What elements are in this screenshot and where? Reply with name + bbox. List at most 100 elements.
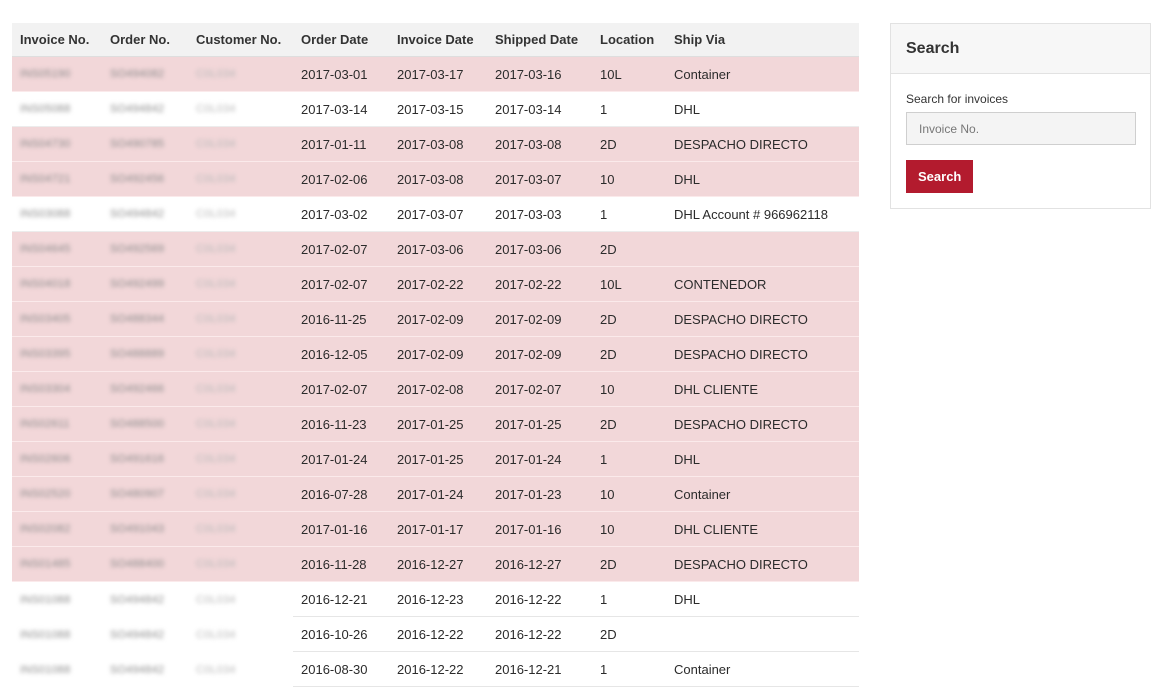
order-date-cell: 2017-03-14 — [301, 101, 368, 117]
table-row[interactable]: INS05190 SO494082 C0L034 2017-03-01 2017-03-… — [12, 57, 859, 92]
customer-no-cell: C0L034 — [196, 593, 236, 606]
header-invoice-no[interactable]: Invoice No. — [12, 32, 102, 47]
ship-via-cell: Container — [666, 652, 859, 687]
order-date-cell: 2017-01-16 — [301, 521, 368, 537]
invoice-search-input[interactable] — [906, 112, 1136, 145]
customer-no-cell: C0L034 — [196, 523, 236, 535]
location-cell: 10 — [600, 486, 615, 502]
header-shipped-date[interactable]: Shipped Date — [487, 32, 592, 47]
ship-via-cell: Container — [674, 66, 731, 82]
invoice-no-cell: INS03405 — [20, 313, 71, 325]
order-date-cell: 2016-11-25 — [301, 311, 367, 327]
invoice-no-cell: INS01088 — [20, 593, 71, 606]
invoice-date-cell: 2017-01-25 — [397, 416, 464, 432]
order-no-cell: SO491616 — [110, 453, 165, 465]
table-row[interactable]: INS03395 SO488889 C0L034 2016-12-05 2017-02-… — [12, 337, 859, 372]
table-row[interactable]: INS02082 SO491043 C0L034 2017-01-16 2017-01-… — [12, 512, 859, 547]
invoice-date-cell: 2017-03-15 — [397, 101, 464, 117]
customer-no-cell: C0L034 — [196, 383, 236, 395]
invoice-date-cell: 2017-02-09 — [397, 346, 464, 362]
invoice-no-cell: INS04721 — [20, 173, 71, 185]
ship-via-cell: DHL CLIENTE — [674, 521, 759, 537]
table-row[interactable]: INS02606 SO491616 C0L034 2017-01-24 2017-01-… — [12, 442, 859, 477]
shipped-date-cell: 2017-01-23 — [495, 486, 562, 502]
search-button[interactable]: Search — [906, 160, 974, 193]
table-row[interactable]: INS01088 SO494842 C0L034 2016-08-30 2016-12-… — [12, 652, 859, 687]
header-location[interactable]: Location — [592, 32, 666, 47]
ship-via-cell: DESPACHO DIRECTO — [674, 346, 808, 362]
location-cell: 1 — [592, 652, 666, 687]
location-cell: 10 — [600, 521, 615, 537]
shipped-date-cell: 2017-01-24 — [495, 451, 562, 467]
customer-no-cell: C0L034 — [196, 313, 236, 325]
shipped-date-cell: 2017-02-09 — [495, 346, 562, 362]
location-cell: 10L — [600, 276, 622, 292]
customer-no-cell: C0L034 — [196, 138, 236, 150]
ship-via-cell — [666, 617, 859, 652]
header-customer-no[interactable]: Customer No. — [188, 32, 293, 47]
shipped-date-cell: 2016-12-22 — [487, 582, 592, 617]
location-cell: 2D — [600, 136, 617, 152]
ship-via-cell: DESPACHO DIRECTO — [674, 556, 808, 572]
order-date-cell: 2017-02-06 — [301, 171, 368, 187]
order-date-cell: 2016-11-23 — [301, 416, 367, 432]
order-no-cell: SO488500 — [110, 418, 165, 430]
header-order-date[interactable]: Order Date — [293, 32, 389, 47]
table-row[interactable]: INS03088 SO494842 C0L034 2017-03-02 2017-03-… — [12, 197, 859, 232]
invoice-no-cell: INS05088 — [20, 103, 71, 115]
table-row[interactable]: INS01088 SO494842 C0L034 2016-10-26 2016-12-… — [12, 617, 859, 652]
invoice-no-cell: INS05190 — [20, 68, 71, 80]
shipped-date-cell: 2017-03-14 — [495, 101, 562, 117]
shipped-date-cell: 2017-02-07 — [495, 381, 562, 397]
customer-no-cell: C0L034 — [196, 453, 236, 465]
shipped-date-cell: 2016-12-27 — [495, 556, 562, 572]
ship-via-cell: DHL — [674, 171, 701, 187]
table-row[interactable]: INS02520 SO480907 C0L034 2016-07-28 2017-01-… — [12, 477, 859, 512]
customer-no-cell: C0L034 — [196, 103, 236, 115]
order-date-cell: 2017-01-11 — [301, 136, 367, 152]
search-panel-body: Search for invoices Search — [891, 74, 1150, 193]
invoice-no-cell: INS02520 — [20, 488, 71, 500]
order-no-cell: SO494842 — [110, 663, 165, 676]
order-date-cell: 2017-02-07 — [301, 381, 368, 397]
table-body: INS05190 SO494082 C0L034 2017-03-01 2017-03-… — [12, 57, 859, 687]
location-cell: 2D — [600, 311, 617, 327]
invoice-no-cell: INS03088 — [20, 208, 71, 220]
invoice-date-cell: 2016-12-22 — [389, 617, 487, 652]
header-invoice-date[interactable]: Invoice Date — [389, 32, 487, 47]
shipped-date-cell: 2017-01-25 — [495, 416, 562, 432]
order-date-cell: 2017-01-24 — [301, 451, 368, 467]
table-row[interactable]: INS01485 SO488400 C0L034 2016-11-28 2016-12-… — [12, 547, 859, 582]
table-row[interactable]: INS04721 SO492456 C0L034 2017-02-06 2017-03-… — [12, 162, 859, 197]
table-row[interactable]: INS04018 SO492499 C0L034 2017-02-07 2017-02-… — [12, 267, 859, 302]
order-no-cell: SO492569 — [110, 243, 165, 255]
location-cell: 2D — [600, 346, 617, 362]
table-row[interactable]: INS02611 SO488500 C0L034 2016-11-23 2017-01-… — [12, 407, 859, 442]
header-order-no[interactable]: Order No. — [102, 32, 188, 47]
order-date-cell: 2016-07-28 — [301, 486, 368, 502]
order-no-cell: SO488344 — [110, 313, 165, 325]
table-row[interactable]: INS05088 SO494842 C0L034 2017-03-14 2017-03-… — [12, 92, 859, 127]
invoice-no-cell: INS02606 — [20, 453, 71, 465]
order-no-cell: SO494842 — [110, 593, 165, 606]
table-row[interactable]: INS04730 SO490785 C0L034 2017-01-11 2017-03-… — [12, 127, 859, 162]
ship-via-cell: Container — [674, 486, 731, 502]
table-row[interactable]: INS04645 SO492569 C0L034 2017-02-07 2017-03-… — [12, 232, 859, 267]
order-no-cell: SO494842 — [110, 628, 165, 641]
table-row[interactable]: INS03304 SO492466 C0L034 2017-02-07 2017-02-… — [12, 372, 859, 407]
order-no-cell: SO494842 — [110, 208, 165, 220]
table-row[interactable]: INS03405 SO488344 C0L034 2016-11-25 2017-02-… — [12, 302, 859, 337]
invoice-no-cell: INS04018 — [20, 278, 71, 290]
table-row[interactable]: INS01088 SO494842 C0L034 2016-12-21 2016-12-… — [12, 582, 859, 617]
order-no-cell: SO492499 — [110, 278, 165, 290]
ship-via-cell: CONTENEDOR — [674, 276, 767, 292]
ship-via-cell: DESPACHO DIRECTO — [674, 311, 808, 327]
header-ship-via[interactable]: Ship Via — [666, 32, 859, 47]
order-no-cell: SO492456 — [110, 173, 165, 185]
ship-via-cell: DESPACHO DIRECTO — [674, 136, 808, 152]
location-cell: 1 — [600, 206, 608, 222]
order-no-cell: SO488889 — [110, 348, 165, 360]
location-cell: 2D — [600, 241, 617, 257]
customer-no-cell: C0L034 — [196, 173, 236, 185]
order-no-cell: SO494842 — [110, 103, 165, 115]
